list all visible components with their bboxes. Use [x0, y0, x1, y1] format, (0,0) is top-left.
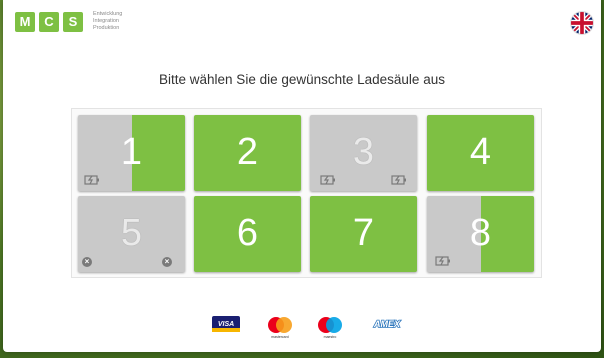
station-number: 7 [352, 212, 375, 254]
logo-tagline: Entwicklung Integration Produktion [93, 11, 122, 32]
station-tile-3[interactable]: 3 [310, 115, 417, 191]
station-number: 2 [236, 131, 259, 173]
payment-methods: VISA mastercard maestro AMEX [3, 316, 601, 339]
station-number: 4 [469, 131, 492, 173]
svg-text:maestro: maestro [324, 335, 337, 339]
logo-letter-c: C [39, 11, 59, 32]
station-grid: 1 2 3 4 5 × × 6 7 8 [71, 108, 542, 278]
logo-letter-m: M [15, 11, 35, 32]
out-of-service-icon: × [82, 257, 92, 267]
mcs-logo: M C S Entwicklung Integration Produktion [15, 11, 122, 32]
maestro-icon: maestro [315, 316, 345, 340]
logo-letter-s: S [63, 11, 83, 32]
main-panel: M C S Entwicklung Integration Produktion… [3, 0, 601, 352]
station-tile-1[interactable]: 1 [78, 115, 185, 191]
battery-charging-icon [391, 173, 407, 187]
svg-text:VISA: VISA [218, 321, 234, 328]
visa-card-icon: VISA [212, 316, 240, 332]
tagline-line-2: Integration [93, 18, 119, 24]
station-number: 6 [236, 212, 259, 254]
svg-text:mastercard: mastercard [271, 335, 289, 339]
station-tile-5[interactable]: 5 × × [78, 196, 185, 272]
station-tile-8[interactable]: 8 [427, 196, 534, 272]
station-tile-4[interactable]: 4 [427, 115, 534, 191]
tagline-line-1: Entwicklung [93, 11, 123, 17]
page-title: Bitte wählen Sie die gewünschte Ladesäul… [159, 72, 445, 87]
amex-icon: AMEX [369, 316, 405, 332]
svg-text:AMEX: AMEX [373, 319, 401, 329]
battery-charging-icon [84, 173, 100, 187]
tagline-line-3: Produktion [93, 25, 120, 31]
station-number: 3 [352, 131, 375, 173]
station-number: 1 [120, 131, 143, 173]
station-tile-6[interactable]: 6 [194, 196, 301, 272]
mastercard-icon: mastercard [265, 316, 295, 340]
station-number: 5 [120, 212, 143, 254]
station-number: 8 [469, 212, 492, 254]
battery-charging-icon [435, 254, 451, 268]
station-tile-7[interactable]: 7 [310, 196, 417, 272]
uk-flag-icon[interactable] [570, 11, 594, 35]
station-tile-2[interactable]: 2 [194, 115, 301, 191]
battery-charging-icon [320, 173, 336, 187]
out-of-service-icon: × [162, 257, 172, 267]
